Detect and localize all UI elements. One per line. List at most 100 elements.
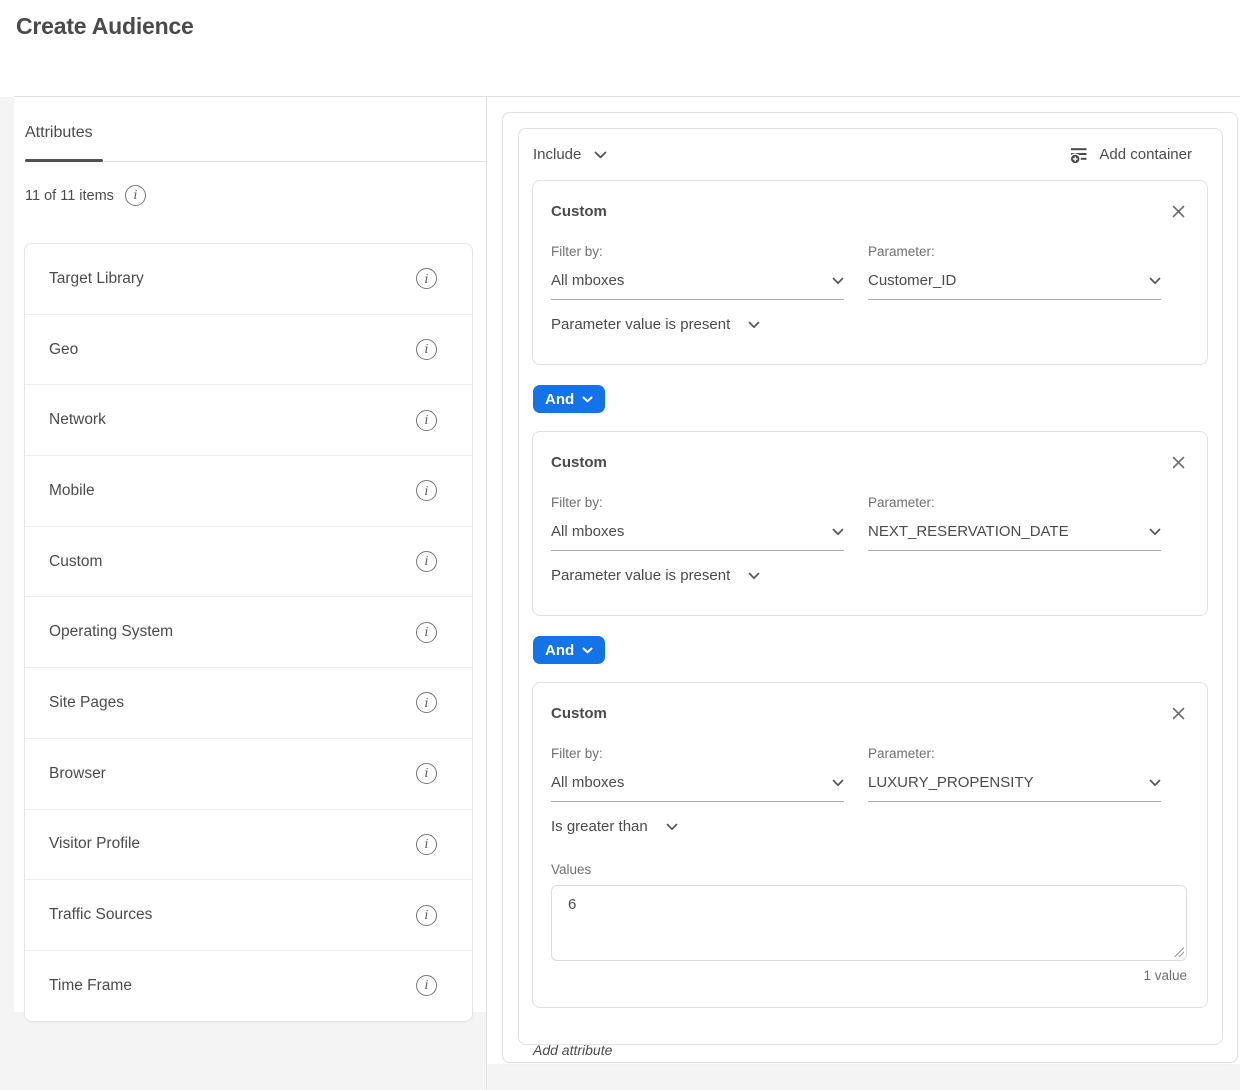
list-item-traffic-sources[interactable]: Traffic Sources i [25,879,472,950]
chevron-down-icon [832,277,844,285]
info-icon[interactable]: i [416,480,437,501]
filter-by-field: Filter by: All mboxes [551,746,844,802]
and-operator-button[interactable]: And [533,385,605,413]
condition-card-luxury-propensity: Custom Filter by: All mboxes Parame [532,682,1208,1008]
parameter-select[interactable]: NEXT_RESERVATION_DATE [868,523,1161,551]
list-item-label: Target Library [49,270,144,288]
info-icon[interactable]: i [416,834,437,855]
page-title: Create Audience [16,13,194,40]
info-icon[interactable]: i [416,410,437,431]
condition-card-title: Custom [551,454,607,471]
operator-select[interactable]: Is greater than [551,818,678,835]
values-label: Values [551,862,1187,877]
list-item-label: Operating System [49,623,173,641]
panel-divider [486,97,487,1090]
include-dropdown-value: Include [533,146,581,163]
list-item-label: Mobile [49,482,95,500]
list-item-network[interactable]: Network i [25,384,472,455]
list-item-label: Browser [49,765,106,783]
filter-by-label: Filter by: [551,495,844,510]
operator-value: Is greater than [551,818,648,835]
filter-by-label: Filter by: [551,746,844,761]
info-icon[interactable]: i [416,339,437,360]
chevron-down-icon [582,647,593,654]
chevron-down-icon [832,779,844,787]
add-container-button[interactable]: Add container [1069,145,1192,165]
tab-attributes[interactable]: Attributes [25,124,93,142]
list-item-time-frame[interactable]: Time Frame i [25,950,472,1021]
values-count: 1 value [551,968,1187,983]
info-icon[interactable]: i [416,905,437,926]
include-dropdown[interactable]: Include [533,146,607,163]
chevron-down-icon [748,572,760,580]
list-item-operating-system[interactable]: Operating System i [25,596,472,667]
add-container-icon [1069,145,1089,165]
list-item-label: Site Pages [49,694,124,712]
close-icon [1172,456,1185,469]
list-item-mobile[interactable]: Mobile i [25,455,472,526]
operator-value: Parameter value is present [551,316,730,333]
list-item-label: Custom [49,553,102,571]
chevron-down-icon [1149,277,1161,285]
list-item-custom[interactable]: Custom i [25,526,472,597]
filter-by-select[interactable]: All mboxes [551,272,844,300]
info-icon[interactable]: i [416,763,437,784]
info-icon[interactable]: i [416,692,437,713]
parameter-select[interactable]: Customer_ID [868,272,1161,300]
info-icon[interactable]: i [416,622,437,643]
close-icon [1172,205,1185,218]
attributes-panel: Attributes 11 of 11 items i Target Libra… [14,97,486,1012]
parameter-field: Parameter: LUXURY_PROPENSITY [868,746,1161,802]
tab-bar: Attributes [14,97,486,142]
parameter-select[interactable]: LUXURY_PROPENSITY [868,774,1161,802]
filter-by-value: All mboxes [551,774,624,791]
condition-card-next-reservation-date: Custom Filter by: All mboxes Parame [532,431,1208,616]
operator-select[interactable]: Parameter value is present [551,316,760,333]
info-icon[interactable]: i [416,268,437,289]
condition-card-title: Custom [551,705,607,722]
list-item-visitor-profile[interactable]: Visitor Profile i [25,809,472,880]
filter-by-select[interactable]: All mboxes [551,523,844,551]
audience-builder-panel: Include Add container [487,97,1240,1064]
items-count: 11 of 11 items [25,188,114,204]
parameter-field: Parameter: NEXT_RESERVATION_DATE [868,495,1161,551]
operator-select[interactable]: Parameter value is present [551,567,760,584]
filter-by-value: All mboxes [551,272,624,289]
chevron-down-icon [748,321,760,329]
parameter-label: Parameter: [868,244,1161,259]
parameter-value: Customer_ID [868,272,956,289]
parameter-value: NEXT_RESERVATION_DATE [868,523,1069,540]
chevron-down-icon [1149,528,1161,536]
rule-group-card: Include Add container [502,112,1238,1063]
chevron-down-icon [1149,779,1161,787]
filter-by-value: All mboxes [551,523,624,540]
list-item-site-pages[interactable]: Site Pages i [25,667,472,738]
filter-by-select[interactable]: All mboxes [551,774,844,802]
list-item-geo[interactable]: Geo i [25,314,472,385]
filter-by-field: Filter by: All mboxes [551,495,844,551]
include-container: Include Add container [518,128,1223,1045]
parameter-label: Parameter: [868,495,1161,510]
chevron-down-icon [832,528,844,536]
remove-condition-button[interactable] [1172,205,1185,218]
attributes-list: Target Library i Geo i Network i Mobile … [24,243,473,1022]
condition-card-customer-id: Custom Filter by: All mboxes Parame [532,180,1208,365]
add-container-label: Add container [1099,146,1192,163]
values-input[interactable]: 6 [551,885,1187,961]
filter-by-field: Filter by: All mboxes [551,244,844,300]
info-icon[interactable]: i [416,551,437,572]
list-item-target-library[interactable]: Target Library i [25,244,472,314]
items-count-row: 11 of 11 items i [25,185,486,206]
parameter-label: Parameter: [868,746,1161,761]
and-operator-button[interactable]: And [533,636,605,664]
list-item-browser[interactable]: Browser i [25,738,472,809]
remove-condition-button[interactable] [1172,707,1185,720]
add-attribute-link[interactable]: Add attribute [533,1042,612,1058]
info-icon[interactable]: i [125,185,146,206]
parameter-value: LUXURY_PROPENSITY [868,774,1034,791]
info-icon[interactable]: i [416,975,437,996]
operator-value: Parameter value is present [551,567,730,584]
chevron-down-icon [666,823,678,831]
remove-condition-button[interactable] [1172,456,1185,469]
list-item-label: Network [49,411,106,429]
